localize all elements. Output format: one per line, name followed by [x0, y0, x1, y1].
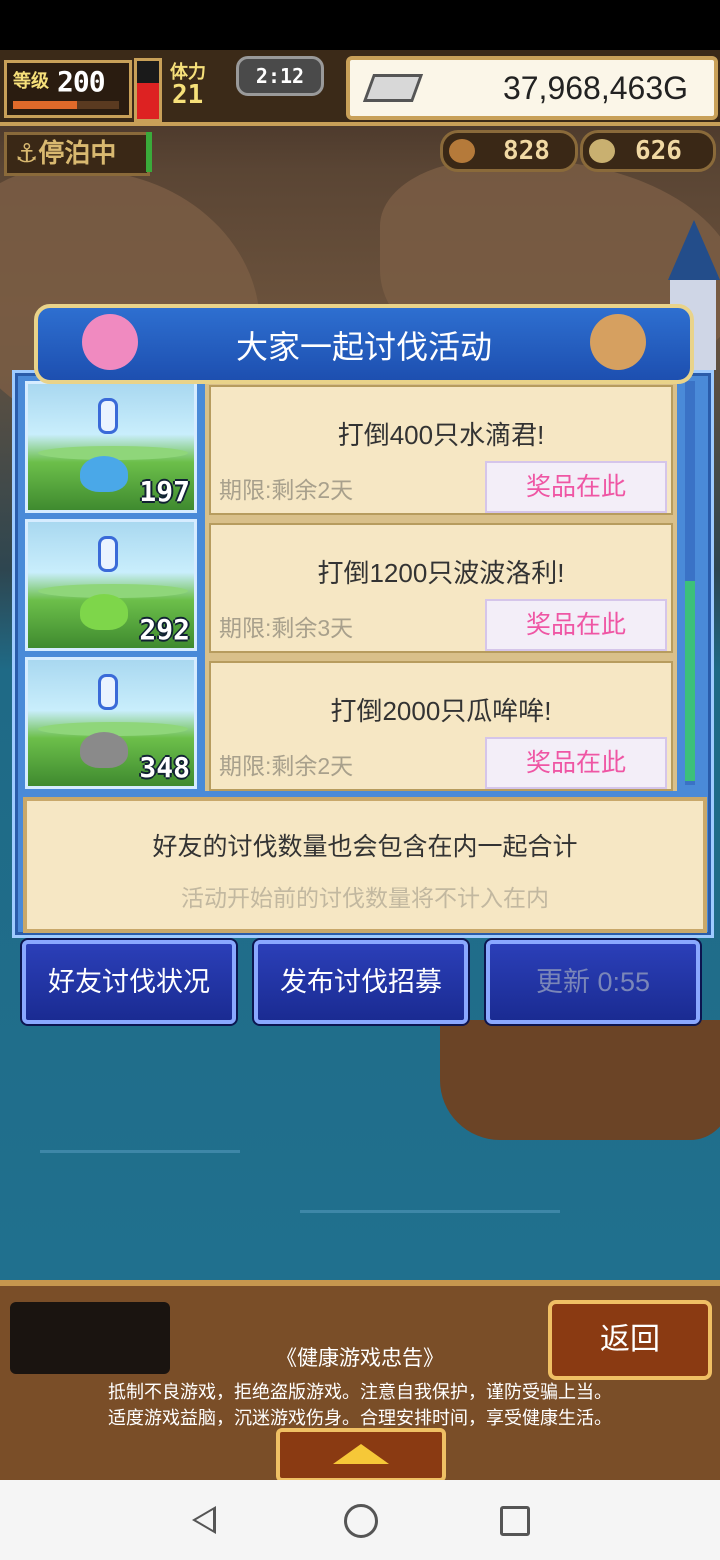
event-panel: 197 打倒400只水滴君! 期限:剩余2天 奖品在此 292 打倒1200只波…	[12, 370, 714, 938]
warrior-avatar-icon	[590, 314, 646, 370]
silver-bar-icon	[362, 74, 424, 102]
quest-row: 348 打倒2000只瓜哞哞! 期限:剩余2天 奖品在此	[25, 657, 685, 791]
quest-name: 打倒2000只瓜哞哞!	[330, 696, 552, 726]
resource-2: 626	[580, 130, 716, 172]
resource-1-value: 828	[503, 136, 550, 166]
kill-count: 292	[139, 613, 190, 646]
health-notice-line: 适度游戏益脑，沉迷游戏伤身。合理安排时间，享受健康生活。	[108, 1408, 612, 1428]
panel-header: 大家一起讨伐活动	[34, 304, 694, 384]
quest-deadline: 期限:剩余2天	[219, 753, 354, 779]
status-text: 停泊中	[38, 139, 117, 169]
nav-recents-icon[interactable]	[500, 1506, 530, 1536]
quest-row: 292 打倒1200只波波洛利! 期限:剩余3天 奖品在此	[25, 519, 685, 657]
quest-card: 打倒1200只波波洛利! 期限:剩余3天 奖品在此	[205, 519, 677, 657]
quest-thumbnail: 197	[25, 381, 197, 513]
health-notice-line: 抵制不良游戏，拒绝盗版游戏。注意自我保护，谨防受骗上当。	[108, 1382, 612, 1402]
info-main-text: 好友的讨伐数量也会包含在内一起合计	[152, 833, 578, 861]
quest-name: 打倒400只水滴君!	[337, 420, 545, 450]
quest-row: 197 打倒400只水滴君! 期限:剩余2天 奖品在此	[25, 381, 685, 519]
quest-name: 打倒1200只波波洛利!	[317, 558, 565, 588]
post-recruit-button[interactable]: 发布讨伐招募	[254, 940, 468, 1024]
health-notice-title: 《健康游戏忠告》	[276, 1347, 444, 1370]
info-box: 好友的讨伐数量也会包含在内一起合计 活动开始前的讨伐数量将不计入在内	[23, 797, 707, 933]
gold-box: 37,968,463G	[346, 56, 718, 120]
gold-value: 37,968,463G	[502, 70, 688, 106]
quest-list[interactable]: 197 打倒400只水滴君! 期限:剩余2天 奖品在此 292 打倒1200只波…	[25, 381, 685, 791]
quest-thumbnail: 348	[25, 657, 197, 789]
water-ripple	[300, 1210, 560, 1213]
nav-home-icon[interactable]	[344, 1504, 378, 1538]
quest-thumbnail: 292	[25, 519, 197, 651]
bottom-bar: 返回 《健康游戏忠告》 抵制不良游戏，拒绝盗版游戏。注意自我保护，谨防受骗上当。…	[0, 1280, 720, 1486]
monster-icon	[80, 732, 128, 768]
monster-icon	[80, 594, 128, 630]
coin-icon	[589, 139, 615, 163]
exclamation-icon	[98, 398, 118, 434]
scroll-thumb[interactable]	[685, 581, 695, 781]
level-label: 等级	[13, 71, 49, 92]
exclamation-icon	[98, 674, 118, 710]
level-value: 200	[57, 65, 106, 98]
stamina-gauge	[134, 58, 162, 122]
expand-tab[interactable]	[276, 1428, 446, 1482]
reward-button[interactable]: 奖品在此	[485, 599, 667, 651]
nav-back-icon[interactable]	[192, 1506, 216, 1534]
barrel-icon	[449, 139, 475, 163]
castle-tower-roof	[668, 220, 720, 280]
stamina-value: 21	[172, 80, 204, 110]
reward-button[interactable]: 奖品在此	[485, 737, 667, 789]
exp-bar	[13, 101, 119, 109]
timer: 2:12	[236, 56, 324, 96]
reward-button[interactable]: 奖品在此	[485, 461, 667, 513]
kill-count: 348	[139, 751, 190, 784]
status-indicator	[146, 132, 152, 172]
ship	[440, 1020, 720, 1140]
kill-count: 197	[139, 475, 190, 508]
system-navigation-bar	[0, 1480, 720, 1560]
scrollbar[interactable]	[685, 381, 695, 785]
exclamation-icon	[98, 536, 118, 572]
level-box: 等级 200	[4, 60, 132, 118]
quest-deadline: 期限:剩余3天	[219, 615, 354, 641]
arrow-up-icon	[333, 1444, 389, 1464]
anchor-status: ⚓停泊中	[4, 132, 150, 176]
water-ripple	[40, 1150, 240, 1153]
quest-card: 打倒400只水滴君! 期限:剩余2天 奖品在此	[205, 381, 677, 519]
monster-icon	[80, 456, 128, 492]
friends-status-button[interactable]: 好友讨伐状况	[22, 940, 236, 1024]
info-sub-text: 活动开始前的讨伐数量将不计入在内	[181, 885, 549, 911]
quest-card: 打倒2000只瓜哞哞! 期限:剩余2天 奖品在此	[205, 657, 677, 791]
refresh-button[interactable]: 更新 0:55	[486, 940, 700, 1024]
resource-2-value: 626	[635, 136, 682, 166]
quest-deadline: 期限:剩余2天	[219, 477, 354, 503]
resource-1: 828	[440, 130, 578, 172]
top-hud: 等级 200 体力 21 2:12 37,968,463G	[0, 50, 720, 126]
